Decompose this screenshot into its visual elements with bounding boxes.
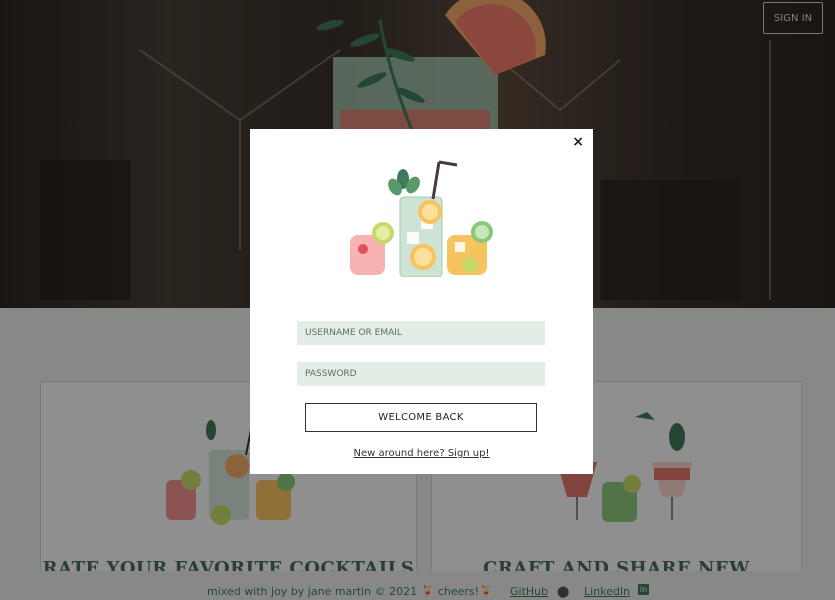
close-icon[interactable]: ×: [572, 134, 584, 150]
login-modal: × WELCOME BACK New around here? Sign up!: [250, 129, 593, 474]
cocktails-logo: [350, 160, 493, 277]
signup-link[interactable]: New around here? Sign up!: [250, 448, 593, 459]
welcome-back-button[interactable]: WELCOME BACK: [305, 403, 537, 432]
username-input[interactable]: [297, 321, 545, 345]
password-input[interactable]: [297, 362, 545, 386]
